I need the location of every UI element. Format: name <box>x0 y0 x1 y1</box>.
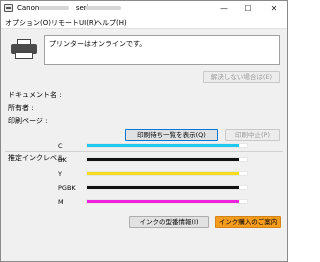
ink-bar-m <box>86 199 248 204</box>
minimize-button[interactable]: — <box>215 1 233 16</box>
status-message-box: プリンターはオンラインです。 <box>44 35 280 65</box>
maximize-button[interactable]: ☐ <box>239 1 257 16</box>
close-button[interactable]: ✕ <box>265 1 283 16</box>
ink-fill-y <box>87 172 239 175</box>
printer-status-window: Canon series - — ☐ ✕ オプション(O) リモートUI(R) … <box>0 0 288 262</box>
show-print-queue-button[interactable]: 印刷待ち一覧を表示(Q) <box>125 129 218 141</box>
ink-label-bk: BK <box>58 156 67 164</box>
ink-bar-bk <box>86 157 248 162</box>
menu-options[interactable]: オプション(O) <box>5 18 51 28</box>
cancel-print-button[interactable]: 印刷中止(P) <box>225 129 280 141</box>
ink-fill-c <box>87 144 239 147</box>
menu-remote-ui[interactable]: リモートUI(R) <box>51 18 97 28</box>
ink-purchase-button[interactable]: インク購入のご案内 <box>215 216 281 228</box>
ink-fill-pgbk <box>87 186 239 189</box>
ink-fill-bk <box>87 158 239 161</box>
ink-bar-c <box>86 143 248 148</box>
redacted-printer-name <box>85 6 121 10</box>
ink-section-title: 推定インクレベル <box>8 154 64 162</box>
ink-label-pgbk: PGBK <box>58 184 76 192</box>
ink-label-c: C <box>58 142 63 150</box>
document-name-label: ドキュメント名 : <box>8 91 62 99</box>
printer-icon <box>11 39 37 61</box>
printer-app-icon <box>4 4 13 12</box>
menu-help[interactable]: ヘルプ(H) <box>95 18 127 28</box>
title-bar: Canon series - — ☐ ✕ <box>1 1 287 16</box>
ink-label-y: Y <box>58 170 62 178</box>
owner-label: 所有者 : <box>8 104 34 112</box>
ink-bar-pgbk <box>86 185 248 190</box>
printed-pages-label: 印刷ページ : <box>8 117 48 125</box>
ink-model-info-button[interactable]: インクの型番情報(I) <box>129 216 209 228</box>
status-message: プリンターはオンラインです。 <box>49 40 147 48</box>
ink-fill-m <box>87 200 239 203</box>
redacted-model-name <box>39 6 69 10</box>
window-title-brand: Canon <box>17 4 40 12</box>
section-divider <box>5 151 283 152</box>
ink-bar-y <box>86 171 248 176</box>
menu-bar: オプション(O) リモートUI(R) ヘルプ(H) <box>1 16 287 29</box>
ink-label-m: M <box>58 198 64 206</box>
troubleshoot-button[interactable]: 解決しない場合は(E) <box>203 71 280 83</box>
